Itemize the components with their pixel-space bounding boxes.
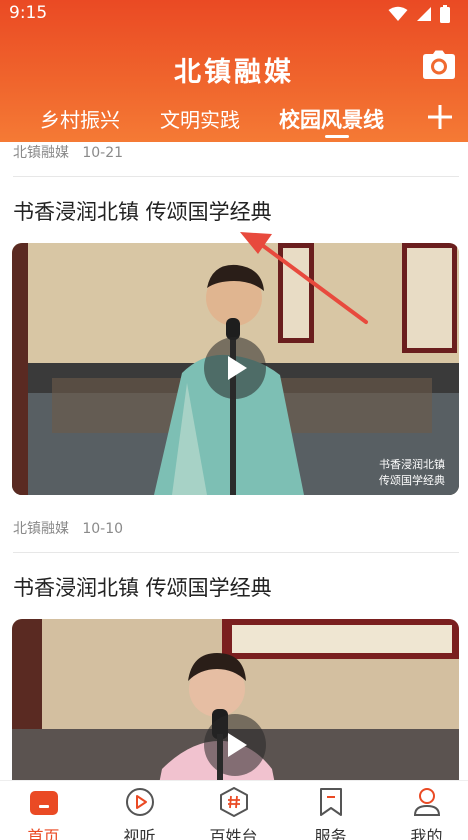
divider (13, 176, 459, 177)
item-source: 北镇融媒 (13, 145, 69, 161)
app-header: 9:15 北镇融媒 乡村振兴 文明实践 校园风景线 (0, 0, 468, 142)
play-button[interactable] (204, 714, 266, 776)
divider (13, 552, 459, 553)
user-icon (413, 788, 440, 816)
item-meta: 北镇融媒 10-21 (13, 142, 123, 162)
item-date: 10-21 (82, 145, 124, 161)
home-icon (29, 791, 58, 815)
status-icons (388, 5, 450, 23)
video-caption-line: 书香浸润北镇 (379, 458, 445, 471)
app-title: 北镇融媒 (174, 57, 294, 88)
battery-icon (440, 5, 450, 23)
article-title[interactable]: 书香浸润北镇 传颂国学经典 (13, 572, 272, 602)
item-source: 北镇融媒 (13, 521, 69, 537)
video-thumbnail[interactable] (12, 619, 459, 782)
nav-home[interactable]: 首页 (0, 781, 90, 840)
channel-tabs: 乡村振兴 文明实践 校园风景线 (0, 100, 468, 140)
article-title[interactable]: 书香浸润北镇 传颂国学经典 (13, 196, 272, 226)
video-caption-line: 传颂国学经典 (379, 474, 445, 487)
tab-campus-scenery[interactable]: 校园风景线 (279, 104, 384, 134)
add-channel-icon[interactable] (426, 103, 454, 131)
app-screen: 9:15 北镇融媒 乡村振兴 文明实践 校园风景线 北镇融媒 10-21 书香浸… (0, 0, 468, 840)
hashtag-icon (219, 787, 248, 817)
camera-icon[interactable] (422, 50, 456, 80)
play-button[interactable] (204, 337, 266, 399)
status-time: 9:15 (9, 3, 48, 23)
item-date: 10-10 (82, 521, 124, 537)
item-meta: 北镇融媒 10-10 (13, 518, 123, 538)
status-bar: 9:15 (0, 0, 468, 28)
video-caption: 书香浸润北镇 传颂国学经典 (379, 457, 445, 489)
play-circle-icon (125, 788, 154, 816)
nav-label: 首页 (27, 827, 60, 840)
nav-label: 服务 (314, 827, 347, 840)
nav-label: 我的 (410, 827, 443, 840)
nav-community[interactable]: 百姓台 (187, 781, 280, 840)
tab-civilization-practice[interactable]: 文明实践 (160, 104, 240, 133)
bottom-navigation: 首页 视听 百姓台 服务 我的 (0, 780, 468, 840)
nav-service[interactable]: 服务 (284, 781, 377, 840)
nav-label: 视听 (123, 827, 156, 840)
nav-label: 百姓台 (209, 827, 258, 840)
nav-profile[interactable]: 我的 (380, 781, 468, 840)
tab-rural-revitalization[interactable]: 乡村振兴 (40, 104, 120, 133)
nav-audio-video[interactable]: 视听 (93, 781, 186, 840)
wifi-icon (388, 6, 408, 21)
signal-icon (417, 7, 431, 21)
active-tab-indicator (325, 135, 349, 138)
video-thumbnail[interactable]: 书香浸润北镇 传颂国学经典 (12, 243, 459, 495)
bookmark-icon (319, 788, 342, 816)
news-feed: 北镇融媒 10-21 书香浸润北镇 传颂国学经典 书香浸润北镇 传颂国学经典 北… (0, 142, 468, 782)
